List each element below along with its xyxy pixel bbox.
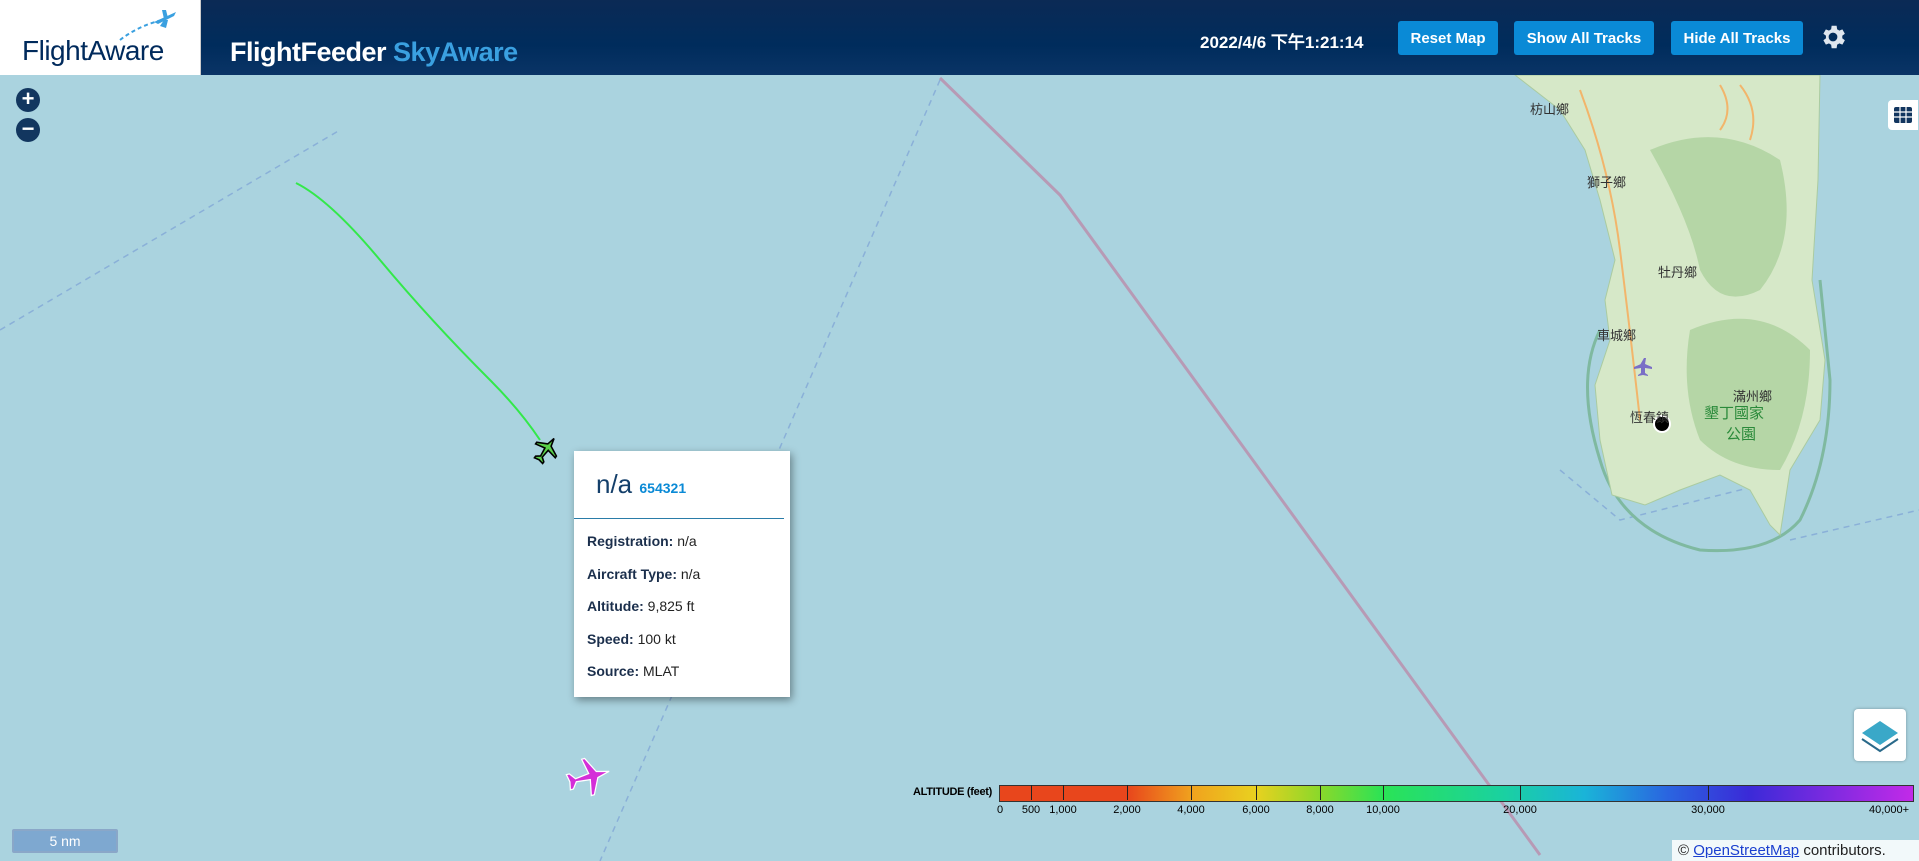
legend-tick bbox=[1383, 785, 1384, 800]
attribution-prefix: © bbox=[1678, 842, 1690, 859]
town-label: 恆春鎮 bbox=[1630, 410, 1670, 425]
legend-label: 1,000 bbox=[1049, 804, 1077, 816]
popup-callsign: n/a bbox=[596, 469, 633, 499]
grid-icon bbox=[1894, 107, 1912, 123]
zoom-in-button[interactable]: + bbox=[16, 88, 40, 112]
show-all-tracks-button[interactable]: Show All Tracks bbox=[1514, 21, 1654, 55]
popup-row-label: Source: bbox=[587, 663, 640, 679]
app-title-accent: SkyAware bbox=[393, 37, 518, 67]
legend-label: 500 bbox=[1021, 804, 1041, 816]
town-label: 牡丹鄉 bbox=[1658, 265, 1698, 280]
popup-row-registration: Registration: n/a bbox=[587, 533, 697, 549]
park-label: 公園 bbox=[1726, 426, 1757, 443]
popup-row-value: MLAT bbox=[643, 663, 680, 679]
legend-label: 0 bbox=[996, 804, 1004, 816]
popup-row-value: n/a bbox=[680, 566, 701, 582]
popup-row-value: n/a bbox=[677, 533, 697, 549]
legend-label: 4,000 bbox=[1177, 804, 1205, 816]
legend-tick bbox=[1191, 785, 1192, 800]
popup-row-label: Altitude: bbox=[587, 598, 644, 614]
popup-divider bbox=[574, 518, 784, 519]
layers-button[interactable] bbox=[1854, 709, 1906, 761]
clock-display: 2022/4/6 下午1:21:14 bbox=[1200, 33, 1364, 52]
altitude-legend-title: ALTITUDE (feet) bbox=[913, 786, 993, 798]
popup-row-altitude: Altitude: 9,825 ft bbox=[587, 598, 694, 614]
gear-icon[interactable] bbox=[1818, 22, 1848, 52]
altitude-legend-bar bbox=[999, 785, 1914, 802]
airplane-icon[interactable] bbox=[560, 752, 616, 802]
popup-row-speed: Speed: 100 kt bbox=[587, 631, 676, 647]
legend-tick bbox=[1063, 785, 1064, 800]
legend-label: 40,000+ bbox=[1868, 804, 1910, 816]
popup-row-source: Source: MLAT bbox=[587, 663, 679, 679]
reset-map-button[interactable]: Reset Map bbox=[1398, 21, 1498, 55]
legend-label: 6,000 bbox=[1242, 804, 1270, 816]
popup-row-value: 100 kt bbox=[637, 631, 676, 647]
header-bar: FlightAware FlightFeeder SkyAware 2022/4… bbox=[0, 0, 1919, 75]
legend-label: 2,000 bbox=[1113, 804, 1141, 816]
aircraft-info-popup: n/a 654321 Registration: n/a Aircraft Ty… bbox=[574, 451, 790, 697]
legend-tick bbox=[1256, 785, 1257, 800]
legend-label: 10,000 bbox=[1366, 804, 1400, 816]
legend-tick bbox=[1708, 785, 1709, 800]
legend-label: 8,000 bbox=[1306, 804, 1334, 816]
scale-bar[interactable]: 5 nm bbox=[12, 829, 118, 853]
legend-label: 30,000 bbox=[1691, 804, 1725, 816]
app-title: FlightFeeder SkyAware bbox=[230, 37, 518, 68]
legend-tick bbox=[1520, 785, 1521, 800]
popup-row-value: 9,825 ft bbox=[647, 598, 695, 614]
popup-row-label: Aircraft Type: bbox=[587, 566, 677, 582]
popup-row-label: Registration: bbox=[587, 533, 674, 549]
town-label: 車城鄉 bbox=[1597, 328, 1637, 343]
map-canvas[interactable] bbox=[0, 75, 1919, 861]
table-toggle-button[interactable] bbox=[1888, 100, 1918, 130]
attribution-suffix: contributors. bbox=[1803, 842, 1886, 859]
town-label: 獅子鄉 bbox=[1587, 175, 1627, 190]
zoom-out-button[interactable]: − bbox=[16, 118, 40, 142]
town-label: 枋山鄉 bbox=[1530, 102, 1570, 117]
legend-label: 20,000 bbox=[1503, 804, 1537, 816]
airplane-icon[interactable] bbox=[530, 434, 562, 466]
app-title-main: FlightFeeder bbox=[230, 37, 387, 67]
map-attribution: © OpenStreetMap contributors. bbox=[1672, 840, 1919, 861]
openstreetmap-link[interactable]: OpenStreetMap bbox=[1693, 842, 1799, 859]
popup-hex-link[interactable]: 654321 bbox=[639, 480, 686, 496]
popup-row-label: Speed: bbox=[587, 631, 634, 647]
hide-all-tracks-button[interactable]: Hide All Tracks bbox=[1671, 21, 1803, 55]
popup-header: n/a 654321 bbox=[596, 469, 686, 500]
popup-row-aircraft-type: Aircraft Type: n/a bbox=[587, 566, 700, 582]
legend-tick bbox=[1320, 785, 1321, 800]
logo-text: FlightAware bbox=[22, 35, 164, 66]
legend-tick bbox=[1127, 785, 1128, 800]
legend-tick bbox=[1031, 785, 1032, 800]
park-label: 墾丁國家 bbox=[1704, 405, 1765, 422]
flightaware-logo[interactable]: FlightAware bbox=[0, 0, 201, 75]
layers-icon bbox=[1861, 721, 1899, 753]
